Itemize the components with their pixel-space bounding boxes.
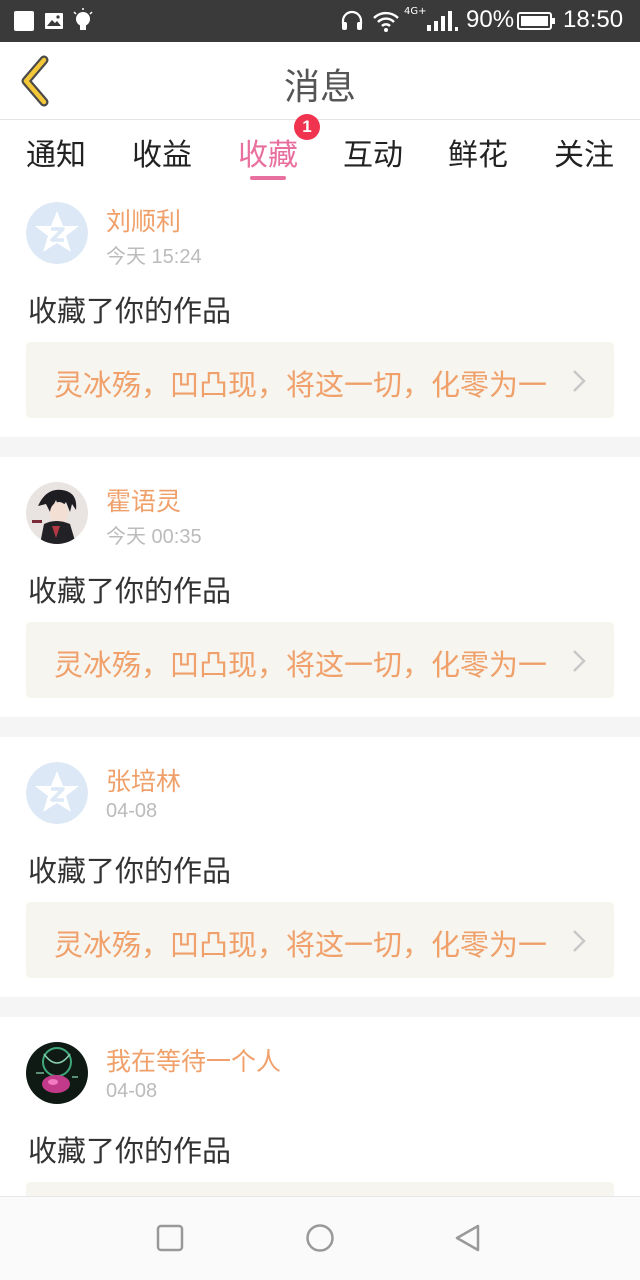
user-photo-avatar[interactable] — [26, 1042, 88, 1104]
action-text: 收藏了你的作品 — [28, 854, 232, 888]
divider — [0, 717, 640, 737]
chevron-right-icon — [573, 930, 586, 952]
message-list: 刘顺利 今天 15:24 收藏了你的作品 灵冰殇，凹凸现，将这一切，化零为一 霍… — [0, 184, 640, 1196]
work-title: 灵冰殇，凹凸现，将这一切，化零为一 — [54, 368, 548, 402]
action-text: 收藏了你的作品 — [28, 294, 232, 328]
work-title: 灵冰殇，凹凸现，将这一切，化零为一 — [54, 928, 548, 962]
chevron-right-icon — [573, 370, 586, 392]
image-icon — [45, 13, 63, 29]
status-bar: 4G+ 90% 18:50 — [0, 0, 640, 42]
system-nav-bar — [0, 1196, 640, 1280]
username[interactable]: 刘顺利 — [106, 202, 181, 238]
active-tab-indicator — [250, 176, 286, 180]
page-title: 消息 — [283, 67, 356, 108]
back-triangle-icon[interactable] — [451, 1221, 485, 1255]
tab-earnings[interactable]: 收益 — [109, 130, 215, 174]
header: 消息 — [0, 42, 640, 120]
notification-square-icon — [14, 11, 34, 31]
chevron-right-icon — [573, 650, 586, 672]
action-text: 收藏了你的作品 — [28, 1134, 232, 1168]
list-item: 刘顺利 今天 15:24 收藏了你的作品 灵冰殇，凹凸现，将这一切，化零为一 — [0, 184, 640, 444]
default-avatar-icon[interactable] — [26, 202, 88, 264]
divider — [0, 997, 640, 1017]
work-link[interactable]: 灵冰殇，凹凸现，将这一切，化零为一 — [26, 342, 614, 418]
action-text: 收藏了你的作品 — [28, 574, 232, 608]
tab-bar: 通知 收益 收藏 互动 鲜花 关注 — [0, 120, 640, 184]
tab-notifications[interactable]: 通知 — [3, 130, 109, 174]
clock: 18:50 — [563, 6, 624, 33]
list-item: 霍语灵 今天 00:35 收藏了你的作品 灵冰殇，凹凸现，将这一切，化零为一 — [0, 457, 640, 717]
wifi-icon — [373, 11, 399, 32]
divider — [0, 437, 640, 457]
work-link[interactable]: 灵冰殇，凹凸现，将这一切，化零为一 — [26, 622, 614, 698]
signal-icon — [427, 11, 458, 31]
default-avatar-icon[interactable] — [26, 762, 88, 824]
user-photo-avatar[interactable] — [26, 482, 88, 544]
username[interactable]: 张培林 — [106, 762, 181, 798]
work-link[interactable]: 灵冰殇，凹凸现，将这一切，化零为一 — [26, 902, 614, 978]
work-title: 灵冰殇，凹凸现，将这一切，化零为一 — [54, 648, 548, 682]
home-icon[interactable] — [303, 1221, 337, 1255]
list-item: 张培林 04-08 收藏了你的作品 灵冰殇，凹凸现，将这一切，化零为一 — [0, 737, 640, 997]
tab-flowers[interactable]: 鲜花 — [425, 130, 531, 174]
username[interactable]: 霍语灵 — [106, 482, 181, 518]
timestamp: 今天 00:35 — [106, 526, 202, 548]
timestamp: 04-08 — [106, 800, 158, 822]
recent-apps-icon[interactable] — [153, 1221, 187, 1255]
list-item: 我在等待一个人 04-08 收藏了你的作品 — [0, 1017, 640, 1196]
headset-icon — [341, 10, 363, 30]
unread-badge: 1 — [294, 114, 320, 140]
timestamp: 今天 15:24 — [106, 246, 202, 268]
tab-following[interactable]: 关注 — [531, 130, 637, 174]
battery-icon — [517, 12, 555, 30]
username[interactable]: 我在等待一个人 — [106, 1042, 281, 1078]
work-link[interactable] — [26, 1182, 614, 1196]
timestamp: 04-08 — [106, 1080, 158, 1102]
bulb-icon — [73, 8, 93, 30]
battery-percent: 90% — [466, 6, 515, 33]
network-type: 4G+ — [404, 6, 427, 17]
tab-interactions[interactable]: 互动 — [320, 130, 426, 174]
